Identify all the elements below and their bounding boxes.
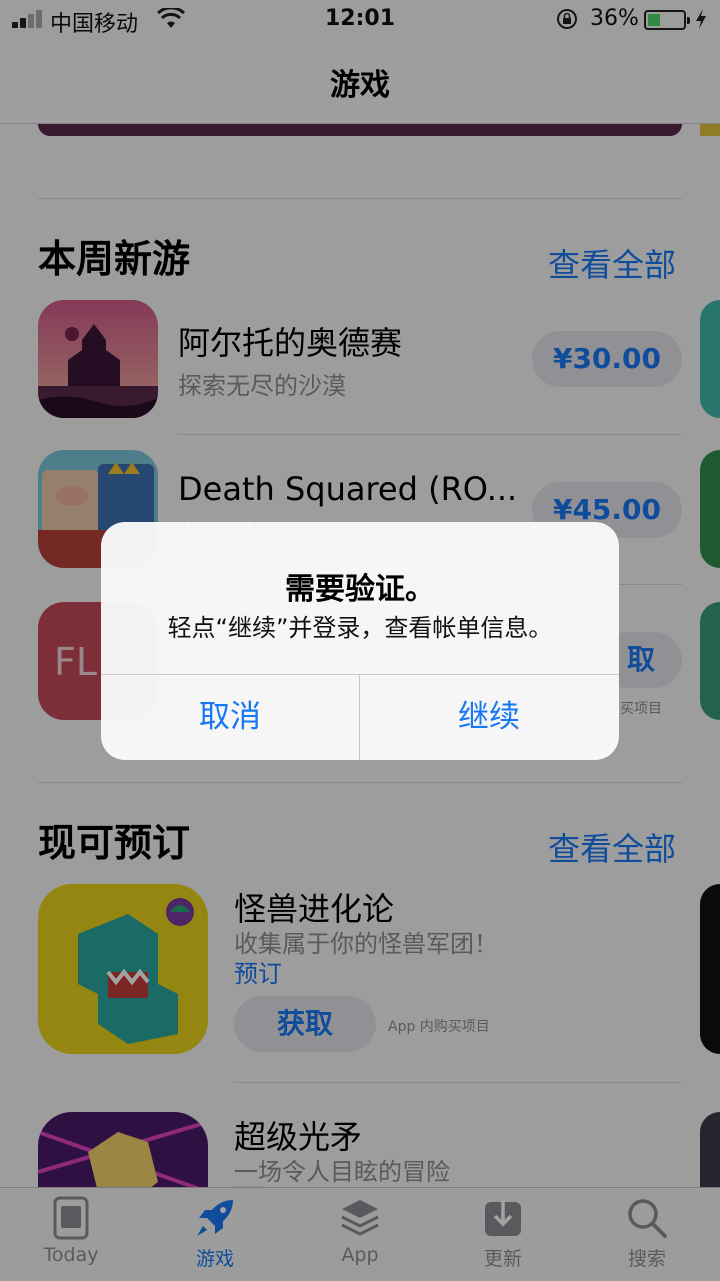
cancel-button[interactable]: 取消: [101, 675, 359, 760]
continue-button[interactable]: 继续: [360, 675, 618, 760]
alert-message: 轻点“继续”并登录，查看帐单信息。: [167, 614, 553, 642]
verification-alert: 需要验证。 轻点“继续”并登录，查看帐单信息。 取消 继续: [101, 522, 619, 760]
alert-title: 需要验证。: [285, 572, 435, 607]
